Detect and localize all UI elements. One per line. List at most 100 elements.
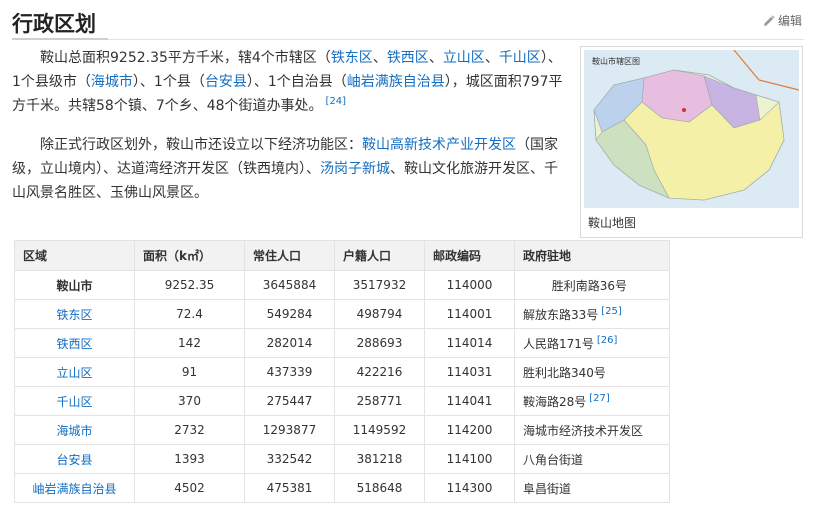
link-region-qianshan[interactable]: 千山区 bbox=[56, 395, 92, 409]
edit-link[interactable]: 编辑 bbox=[763, 12, 802, 29]
cell-seat: 八角台街道 bbox=[514, 444, 670, 474]
table-row: 铁西区 142 282014 288693 114014 人民路171号 [26] bbox=[14, 328, 670, 358]
seat-text: 八角台街道 bbox=[523, 452, 584, 467]
link-taian[interactable]: 台安县 bbox=[205, 74, 247, 90]
seat-text: 胜利南路36号 bbox=[551, 278, 627, 293]
link-region-lishan[interactable]: 立山区 bbox=[56, 366, 92, 380]
map-image[interactable]: 鞍山市辖区图 bbox=[584, 50, 799, 208]
paragraph-overview: 鞍山总面积9252.35平方千米，辖4个市辖区（铁东区、铁西区、立山区、千山区）… bbox=[12, 46, 570, 118]
cell-postcode: 114000 bbox=[424, 270, 515, 300]
link-region-taian[interactable]: 台安县 bbox=[56, 453, 92, 467]
table-row: 立山区 91 437339 422216 114031 胜利北路340号 bbox=[14, 357, 670, 387]
cell-resident: 282014 bbox=[244, 328, 335, 358]
cell-resident: 475381 bbox=[244, 473, 335, 503]
col-header-resident: 常住人口 bbox=[244, 240, 335, 271]
pencil-icon bbox=[763, 14, 775, 26]
cell-registered: 288693 bbox=[334, 328, 425, 358]
cell-resident: 332542 bbox=[244, 444, 335, 474]
table-row: 铁东区 72.4 549284 498794 114001 解放东路33号 [25… bbox=[14, 299, 670, 329]
cell-seat: 海城市经济技术开发区 bbox=[514, 415, 670, 445]
link-xiuyan[interactable]: 岫岩满族自治县 bbox=[347, 74, 445, 90]
cell-registered: 3517932 bbox=[334, 270, 425, 300]
reference-25[interactable]: [25] bbox=[601, 306, 622, 317]
link-region-tiexi[interactable]: 铁西区 bbox=[56, 337, 92, 351]
link-tiedong[interactable]: 铁东区 bbox=[331, 50, 373, 66]
text-span: 鞍山总面积9252.35平方千米，辖4个市辖区（ bbox=[40, 50, 331, 66]
cell-seat: 人民路171号 [26] bbox=[514, 328, 670, 358]
cell-postcode: 114200 bbox=[424, 415, 515, 445]
seat-text: 解放东路33号 bbox=[523, 307, 599, 322]
text-span: ）、1个自治县（ bbox=[246, 74, 347, 90]
heading-underline bbox=[12, 38, 108, 40]
cell-area: 72.4 bbox=[134, 299, 245, 329]
text-span: 除正式行政区划外，鞍山市还设立以下经济功能区： bbox=[40, 137, 362, 153]
table-row: 千山区 370 275447 258771 114041 鞍海路28号 [27] bbox=[14, 386, 670, 416]
col-header-registered: 户籍人口 bbox=[334, 240, 425, 271]
section-heading: 行政区划 编辑 bbox=[12, 6, 804, 40]
seat-text: 阜昌街道 bbox=[523, 481, 572, 496]
cell-area: 142 bbox=[134, 328, 245, 358]
text-span: 、 bbox=[484, 50, 499, 66]
cell-area: 9252.35 bbox=[134, 270, 245, 300]
cell-postcode: 114001 bbox=[424, 299, 515, 329]
cell-area: 91 bbox=[134, 357, 245, 387]
table-row: 鞍山市 9252.35 3645884 3517932 114000 胜利南路3… bbox=[14, 270, 670, 300]
seat-text: 海城市经济技术开发区 bbox=[523, 423, 644, 438]
cell-resident: 1293877 bbox=[244, 415, 335, 445]
reference-24[interactable]: [24] bbox=[326, 96, 347, 107]
reference-27[interactable]: [27] bbox=[589, 393, 610, 404]
cell-postcode: 114100 bbox=[424, 444, 515, 474]
cell-seat: 胜利南路36号 bbox=[514, 270, 670, 300]
table-row: 海城市 2732 1293877 1149592 114200 海城市经济技术开… bbox=[14, 415, 670, 445]
text-span: ）、1个县（ bbox=[132, 74, 205, 90]
cell-resident: 549284 bbox=[244, 299, 335, 329]
cell-region: 台安县 bbox=[14, 444, 135, 474]
cell-region: 海城市 bbox=[14, 415, 135, 445]
cell-resident: 275447 bbox=[244, 386, 335, 416]
text-span: 、 bbox=[428, 50, 443, 66]
link-lishan[interactable]: 立山区 bbox=[443, 50, 485, 66]
cell-seat: 鞍海路28号 [27] bbox=[514, 386, 670, 416]
link-region-tiedong[interactable]: 铁东区 bbox=[56, 308, 92, 322]
cell-registered: 422216 bbox=[334, 357, 425, 387]
cell-resident: 3645884 bbox=[244, 270, 335, 300]
cell-region: 立山区 bbox=[14, 357, 135, 387]
col-header-seat: 政府驻地 bbox=[514, 240, 670, 271]
link-qianshan[interactable]: 千山区 bbox=[499, 50, 541, 66]
link-region-xiuyan[interactable]: 岫岩满族自治县 bbox=[32, 482, 116, 496]
cell-registered: 381218 bbox=[334, 444, 425, 474]
seat-text: 人民路171号 bbox=[523, 336, 594, 351]
cell-postcode: 114014 bbox=[424, 328, 515, 358]
table-header-row: 区域 面积（k㎡） 常住人口 户籍人口 邮政编码 政府驻地 bbox=[14, 240, 670, 271]
link-region-haicheng[interactable]: 海城市 bbox=[56, 424, 92, 438]
col-header-area: 面积（k㎡） bbox=[134, 240, 245, 271]
link-high-tech-zone[interactable]: 鞍山高新技术产业开发区 bbox=[362, 137, 516, 153]
cell-region: 铁东区 bbox=[14, 299, 135, 329]
table-row: 岫岩满族自治县 4502 475381 518648 114300 阜昌街道 bbox=[14, 473, 670, 503]
col-header-region: 区域 bbox=[14, 240, 135, 271]
cell-region: 千山区 bbox=[14, 386, 135, 416]
edit-label: 编辑 bbox=[777, 14, 802, 28]
district-table: 区域 面积（k㎡） 常住人口 户籍人口 邮政编码 政府驻地 鞍山市 9252.3… bbox=[14, 240, 670, 503]
map-figure: 鞍山市辖区图 鞍山地图 bbox=[580, 46, 803, 238]
table-row: 台安县 1393 332542 381218 114100 八角台街道 bbox=[14, 444, 670, 474]
cell-postcode: 114041 bbox=[424, 386, 515, 416]
reference-26[interactable]: [26] bbox=[597, 335, 618, 346]
paragraph-economic-zones: 除正式行政区划外，鞍山市还设立以下经济功能区：鞍山高新技术产业开发区（国家级，立… bbox=[12, 133, 570, 205]
section-title: 行政区划 bbox=[12, 12, 96, 36]
cell-region: 岫岩满族自治县 bbox=[14, 473, 135, 503]
link-tanggangzi[interactable]: 汤岗子新城 bbox=[320, 161, 390, 177]
cell-postcode: 114031 bbox=[424, 357, 515, 387]
cell-seat: 胜利北路340号 bbox=[514, 357, 670, 387]
link-tiexi[interactable]: 铁西区 bbox=[387, 50, 429, 66]
cell-region: 铁西区 bbox=[14, 328, 135, 358]
seat-text: 鞍海路28号 bbox=[523, 394, 587, 409]
cell-region: 鞍山市 bbox=[14, 270, 135, 300]
cell-seat: 阜昌街道 bbox=[514, 473, 670, 503]
cell-area: 2732 bbox=[134, 415, 245, 445]
cell-postcode: 114300 bbox=[424, 473, 515, 503]
link-haicheng[interactable]: 海城市 bbox=[91, 74, 133, 90]
cell-resident: 437339 bbox=[244, 357, 335, 387]
text-span: 、 bbox=[372, 50, 387, 66]
col-header-postcode: 邮政编码 bbox=[424, 240, 515, 271]
